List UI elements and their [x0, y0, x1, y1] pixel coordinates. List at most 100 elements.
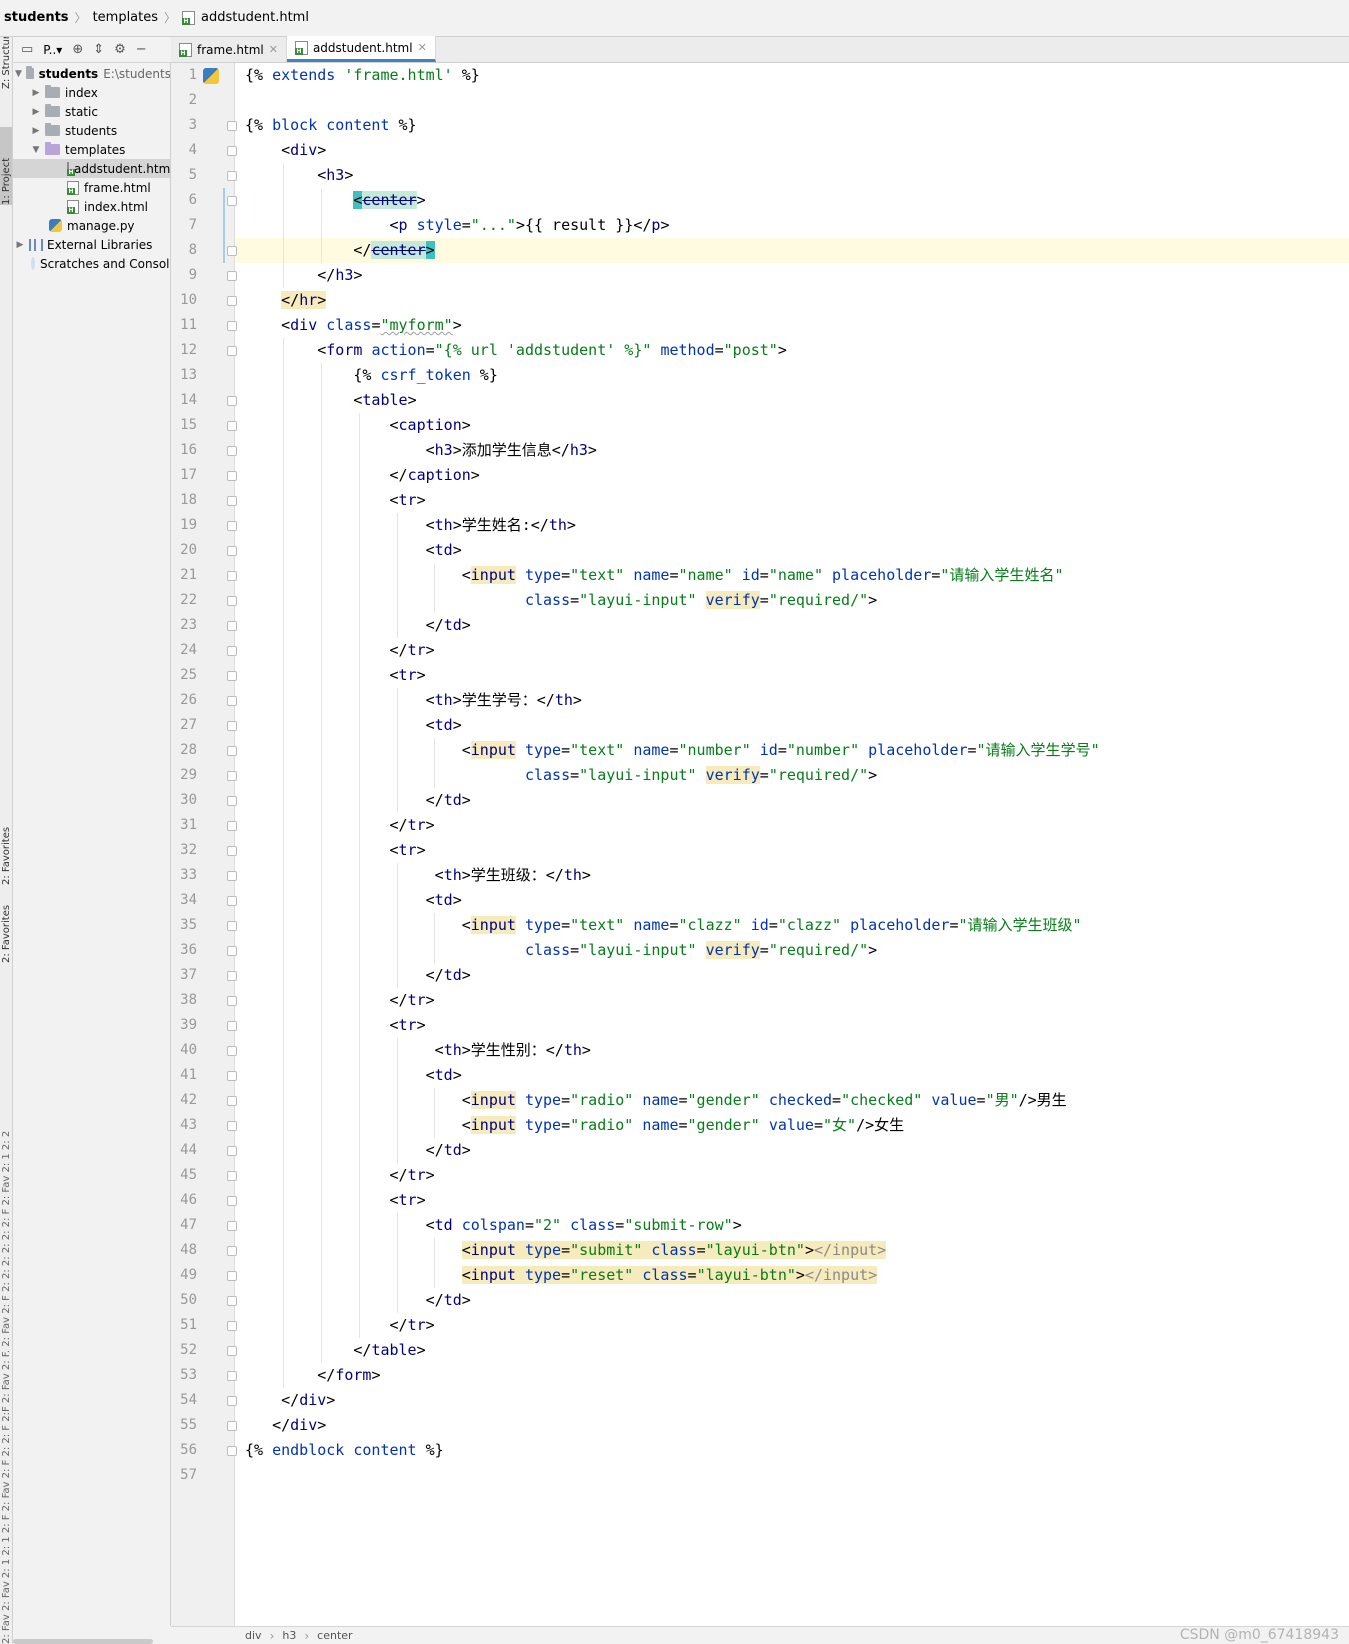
line-number[interactable]: 4 — [171, 138, 197, 163]
structure-tool-tab[interactable]: Z: Structure — [0, 37, 12, 89]
line-number[interactable]: 47 — [171, 1213, 197, 1238]
line-number[interactable]: 20 — [171, 538, 197, 563]
editor-breadcrumb-center[interactable]: center — [317, 1629, 352, 1642]
line-number[interactable]: 17 — [171, 463, 197, 488]
code-line[interactable]: <p style="...">{{ result }}</p> — [245, 213, 669, 238]
expand-arrow-icon[interactable]: ▼ — [31, 145, 41, 155]
code-line[interactable]: </div> — [245, 1413, 326, 1438]
hide-panel-icon[interactable]: − — [136, 42, 147, 57]
code-line[interactable]: </td> — [245, 788, 471, 813]
fold-marker-icon[interactable] — [227, 1346, 237, 1356]
code-line[interactable]: class="layui-input" verify="required/"> — [245, 588, 877, 613]
fold-marker-icon[interactable] — [227, 1421, 237, 1431]
fold-marker-icon[interactable] — [227, 346, 237, 356]
code-line[interactable]: <td> — [245, 713, 462, 738]
line-number[interactable]: 29 — [171, 763, 197, 788]
tree-item-scratches[interactable]: Scratches and Consoles — [13, 254, 170, 273]
code-line[interactable]: class="layui-input" verify="required/"> — [245, 763, 877, 788]
code-line[interactable]: </tr> — [245, 638, 434, 663]
line-number[interactable]: 44 — [171, 1138, 197, 1163]
code-line[interactable]: <td> — [245, 888, 462, 913]
breadcrumb-project[interactable]: students — [4, 10, 69, 25]
collapsed-arrow-icon[interactable]: ▶ — [31, 88, 41, 98]
tab-frame-html[interactable]: frame.html ✕ — [171, 37, 287, 62]
fold-marker-icon[interactable] — [227, 446, 237, 456]
code-line[interactable]: </tr> — [245, 813, 434, 838]
tree-item-manage[interactable]: manage.py — [13, 216, 170, 235]
fold-marker-icon[interactable] — [227, 296, 237, 306]
fold-marker-icon[interactable] — [227, 996, 237, 1006]
line-number[interactable]: 54 — [171, 1388, 197, 1413]
line-number[interactable]: 42 — [171, 1088, 197, 1113]
code-line[interactable]: <td> — [245, 538, 462, 563]
line-number[interactable]: 6 — [171, 188, 197, 213]
breadcrumb-file[interactable]: addstudent.html — [201, 10, 309, 25]
collapse-all-icon[interactable]: ⇕ — [93, 42, 104, 57]
fold-marker-icon[interactable] — [227, 621, 237, 631]
project-view-selector[interactable]: P..▾ — [43, 43, 62, 57]
line-number[interactable]: 45 — [171, 1163, 197, 1188]
code-line[interactable]: </center> — [245, 238, 435, 263]
code-line[interactable]: <input type="text" name="name" id="name"… — [245, 563, 1063, 588]
tree-item-root[interactable]: ▼ students E:\students — [13, 64, 170, 83]
line-number[interactable]: 36 — [171, 938, 197, 963]
code-line[interactable]: <caption> — [245, 413, 470, 438]
fold-marker-icon[interactable] — [227, 1271, 237, 1281]
close-icon[interactable]: ✕ — [269, 43, 278, 56]
fold-marker-icon[interactable] — [227, 646, 237, 656]
line-number[interactable]: 10 — [171, 288, 197, 313]
line-number[interactable]: 2 — [171, 88, 197, 113]
fold-marker-icon[interactable] — [227, 396, 237, 406]
fold-marker-icon[interactable] — [227, 846, 237, 856]
line-number[interactable]: 19 — [171, 513, 197, 538]
code-line[interactable]: </caption> — [245, 463, 479, 488]
line-number[interactable]: 41 — [171, 1063, 197, 1088]
code-line[interactable]: <h3>添加学生信息</h3> — [245, 438, 597, 463]
code-line[interactable]: <tr> — [245, 663, 425, 688]
line-number[interactable]: 12 — [171, 338, 197, 363]
fold-marker-icon[interactable] — [227, 596, 237, 606]
fold-marker-icon[interactable] — [227, 696, 237, 706]
line-number-gutter[interactable]: 1 2 3 4 5 6 7 8 9 10 11 12 13 14 15 16 17 18 19 20 21 22 23 24 2… — [171, 63, 237, 1626]
code-line[interactable]: <tr> — [245, 488, 425, 513]
code-line[interactable]: </tr> — [245, 1163, 434, 1188]
code-line[interactable]: <form action="{% url 'addstudent' %}" me… — [245, 338, 787, 363]
code-line[interactable]: <th>学生班级：</th> — [245, 863, 591, 888]
line-number[interactable]: 13 — [171, 363, 197, 388]
fold-marker-icon[interactable] — [227, 521, 237, 531]
expand-arrow-icon[interactable]: ▼ — [15, 69, 22, 79]
line-number[interactable]: 27 — [171, 713, 197, 738]
code-line[interactable]: <th>学生性别：</th> — [245, 1038, 591, 1063]
line-number[interactable]: 21 — [171, 563, 197, 588]
line-number[interactable]: 25 — [171, 663, 197, 688]
line-number[interactable]: 11 — [171, 313, 197, 338]
horizontal-scrollbar[interactable] — [13, 1639, 153, 1644]
fold-marker-icon[interactable] — [227, 571, 237, 581]
line-number[interactable]: 22 — [171, 588, 197, 613]
code-line[interactable]: <input type="reset" class="layui-btn"></… — [245, 1263, 878, 1288]
fold-marker-icon[interactable] — [227, 946, 237, 956]
fold-marker-icon[interactable] — [227, 1146, 237, 1156]
code-line[interactable]: {% extends 'frame.html' %} — [245, 63, 480, 88]
close-icon[interactable]: ✕ — [418, 41, 427, 54]
line-number[interactable]: 26 — [171, 688, 197, 713]
fold-marker-icon[interactable] — [227, 971, 237, 981]
fold-marker-icon[interactable] — [227, 421, 237, 431]
code-line[interactable]: </td> — [245, 963, 471, 988]
fold-marker-icon[interactable] — [227, 496, 237, 506]
favorites-tool-tab[interactable]: 2: Favorites — [0, 817, 12, 885]
tree-item-external-libraries[interactable]: ▶ External Libraries — [13, 235, 170, 254]
line-number[interactable]: 33 — [171, 863, 197, 888]
fold-marker-icon[interactable] — [227, 1221, 237, 1231]
code-line[interactable]: </tr> — [245, 1313, 434, 1338]
fold-marker-icon[interactable] — [227, 171, 237, 181]
gear-icon[interactable]: ⚙ — [114, 42, 126, 57]
fold-marker-icon[interactable] — [227, 1096, 237, 1106]
project-tool-tab[interactable]: 1: Project — [0, 127, 12, 205]
fold-marker-icon[interactable] — [227, 271, 237, 281]
collapsed-arrow-icon[interactable]: ▶ — [31, 126, 41, 136]
line-number[interactable]: 40 — [171, 1038, 197, 1063]
fold-marker-icon[interactable] — [227, 1396, 237, 1406]
code-line[interactable]: </hr> — [245, 288, 327, 313]
line-number[interactable]: 48 — [171, 1238, 197, 1263]
